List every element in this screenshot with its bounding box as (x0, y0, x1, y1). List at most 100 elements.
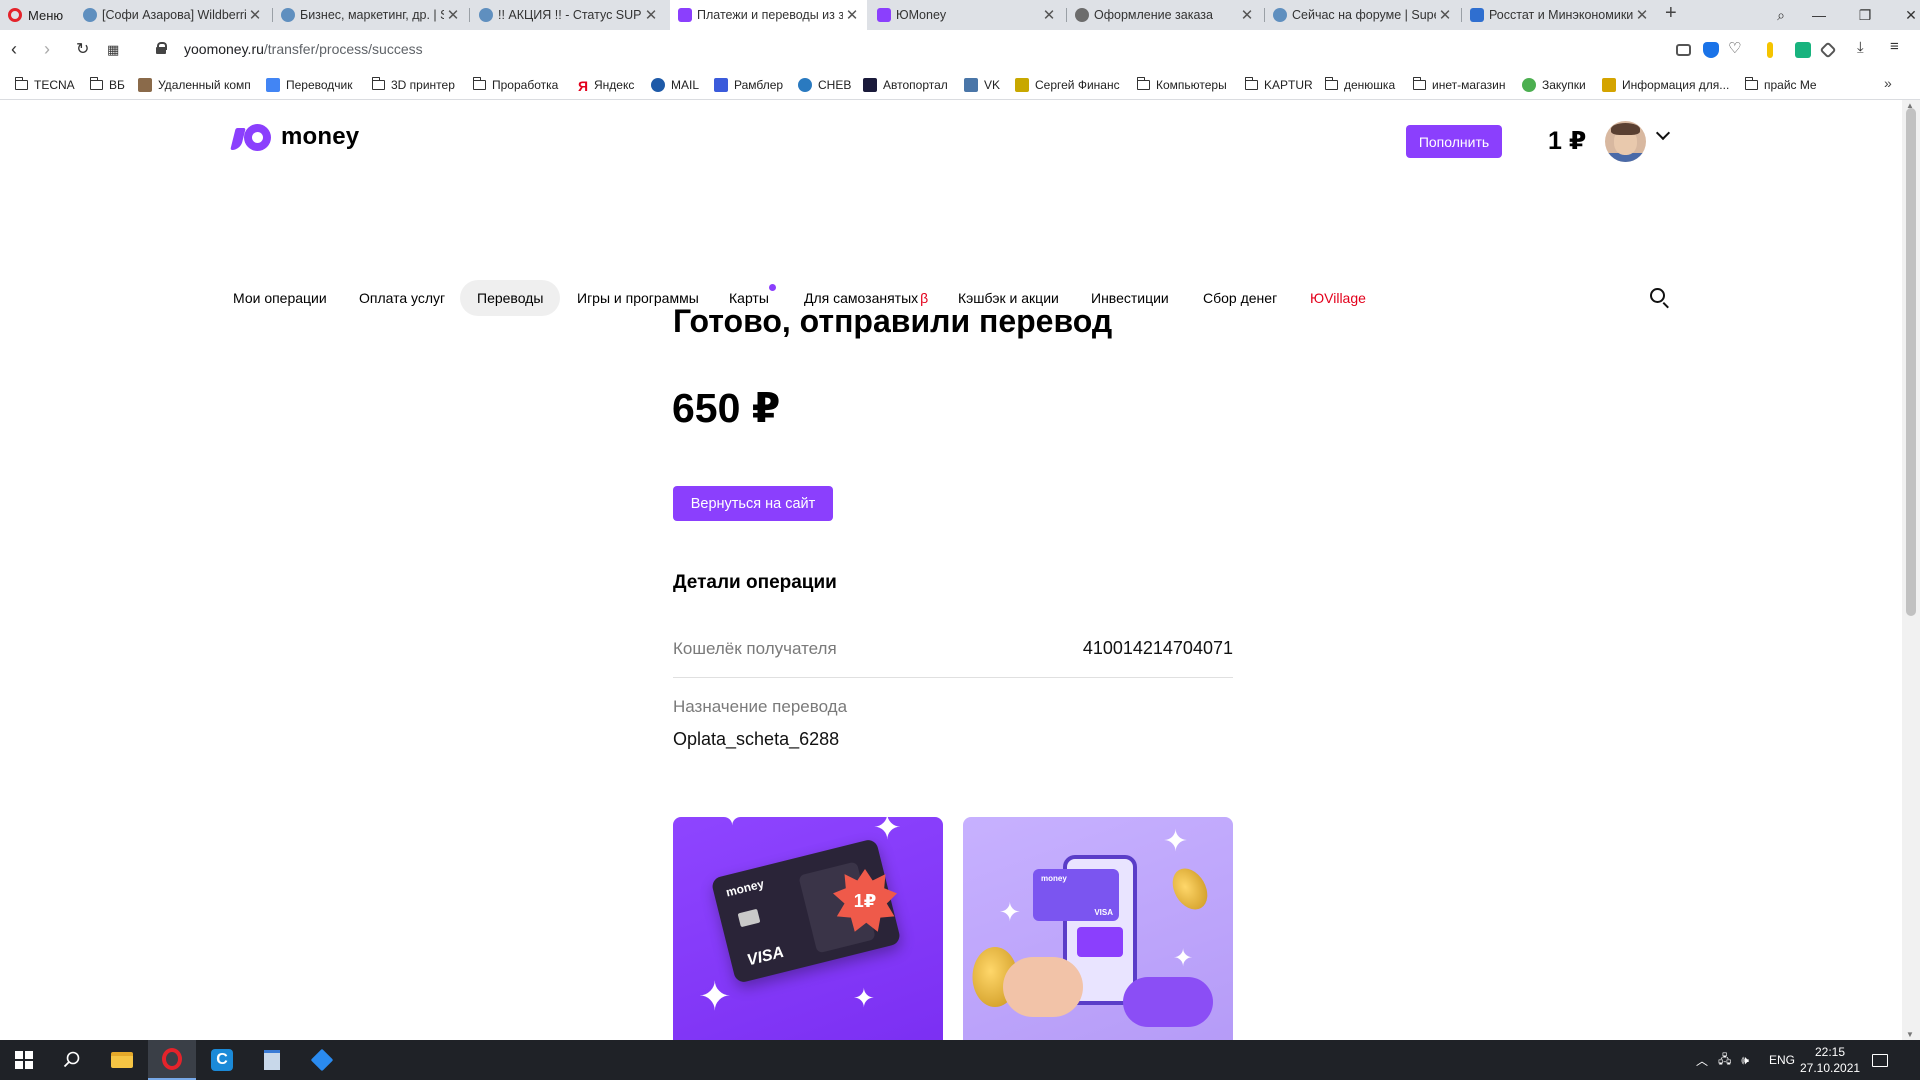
bookmark-item[interactable]: Закупки (1522, 70, 1586, 100)
reload-icon[interactable]: ↻ (76, 39, 89, 59)
bookmark-item[interactable]: денюшка (1324, 70, 1395, 100)
browser-tab-active[interactable]: Платежи и переводы из з ✕ (670, 0, 867, 30)
mail-icon (651, 78, 665, 92)
scrollbar-thumb[interactable] (1906, 108, 1916, 616)
bookmark-item[interactable]: Удаленный комп (138, 70, 251, 100)
folder-icon (1244, 77, 1258, 90)
taskbar-search-icon[interactable] (48, 1040, 96, 1080)
shield-icon[interactable] (1703, 42, 1719, 58)
bookmark-item[interactable]: KAPTUR (1244, 70, 1313, 100)
bookmark-item[interactable]: Компьютеры (1136, 70, 1227, 100)
bookmark-item[interactable]: Автопортал (863, 70, 948, 100)
close-tab-icon[interactable]: ✕ (444, 6, 462, 24)
opera-taskbar-icon[interactable] (148, 1040, 196, 1080)
close-tab-icon[interactable]: ✕ (642, 6, 660, 24)
clock[interactable]: 22:15 27.10.2021 (1800, 1044, 1860, 1076)
yoomoney-logo[interactable]: money (230, 122, 359, 152)
bookmark-item[interactable]: CHEB (798, 70, 851, 100)
promo-card-virtual-card[interactable]: ✦ ✦ ✦ ✦ money VISA 1₽ (673, 817, 943, 1040)
bookmark-item[interactable]: Информация для... (1602, 70, 1729, 100)
bookmark-item[interactable]: 3D принтер (371, 70, 455, 100)
bookmark-item[interactable]: TECNA (14, 70, 75, 100)
chevron-down-icon[interactable] (1655, 125, 1671, 141)
camera-icon[interactable] (1676, 44, 1691, 56)
promo-card-mobile-app[interactable]: ✦ ✦ ✦ money VISA (963, 817, 1233, 1040)
close-tab-icon[interactable]: ✕ (1238, 6, 1256, 24)
new-tab-icon[interactable]: + (1665, 2, 1677, 25)
close-tab-icon[interactable]: ✕ (1040, 6, 1058, 24)
notifications-icon[interactable] (1872, 1040, 1888, 1080)
bookmark-item[interactable]: VK (964, 70, 1000, 100)
speed-dial-icon[interactable]: ▦ (107, 42, 119, 58)
bookmark-item[interactable]: Я Яндекс (578, 70, 634, 100)
diamond-app-icon[interactable] (298, 1040, 346, 1080)
globe-icon (1075, 8, 1089, 22)
restore-icon[interactable]: ❐ (1842, 7, 1888, 24)
forward-icon[interactable]: › (44, 39, 50, 60)
page-scrollbar[interactable]: ▲ ▼ (1902, 100, 1920, 1040)
return-to-site-button[interactable]: Вернуться на сайт (673, 486, 833, 521)
minimize-icon[interactable]: — (1796, 7, 1842, 23)
browser-tab[interactable]: Бизнес, маркетинг, др. | Su ✕ (273, 0, 468, 30)
opera-menu-button[interactable]: Меню (8, 0, 63, 30)
zakupki-icon (1522, 78, 1536, 92)
bookmark-item[interactable]: Сергей Финанс (1015, 70, 1120, 100)
search-icon[interactable] (1650, 288, 1665, 303)
yandex-extension-icon[interactable] (1767, 42, 1773, 58)
url-field[interactable]: yoomoney.ru/transfer/process/success (184, 41, 423, 57)
bookmark-label: Закупки (1542, 78, 1586, 92)
close-tab-icon[interactable]: ✕ (843, 6, 861, 24)
easy-setup-icon[interactable]: ≡ (1890, 38, 1906, 55)
tab-title: Сейчас на форуме | Super (1292, 8, 1436, 22)
nav-transfers[interactable]: Переводы (460, 280, 561, 316)
language-indicator[interactable]: ENG (1769, 1053, 1795, 1067)
cube-icon[interactable] (1819, 41, 1837, 59)
browser-tab[interactable]: Сейчас на форуме | Super ✕ (1265, 0, 1460, 30)
ccleaner-icon[interactable]: C (198, 1040, 246, 1080)
card-illustration: money VISA (1033, 869, 1119, 921)
bookmark-item[interactable]: инет-магазин (1412, 70, 1506, 100)
bookmark-item[interactable]: MAIL (651, 70, 699, 100)
transfer-amount: 650 ₽ (672, 385, 781, 431)
nav-yovillage[interactable]: ЮVillage (1310, 280, 1366, 316)
balance[interactable]: 1 ₽ (1548, 126, 1586, 156)
nav-payments[interactable]: Оплата услуг (359, 280, 445, 316)
nav-my-operations[interactable]: Мои операции (233, 280, 327, 316)
close-tab-icon[interactable]: ✕ (1436, 6, 1454, 24)
bookmark-item[interactable]: Переводчик (266, 70, 353, 100)
close-tab-icon[interactable]: ✕ (246, 6, 264, 24)
system-tray: ︿ 🖧 🕪 ENG (1696, 1040, 1795, 1080)
lock-icon[interactable] (156, 42, 167, 54)
bookmark-item[interactable]: ВБ (89, 70, 125, 100)
network-icon[interactable]: 🖧 (1718, 1050, 1731, 1071)
bookmark-item[interactable]: Проработка (472, 70, 558, 100)
start-button[interactable] (0, 1040, 48, 1080)
url-path: /transfer/process/success (263, 41, 423, 57)
bookmark-item[interactable]: Рамблер (714, 70, 783, 100)
browser-tab[interactable]: [Софи Азарова] Wildberries ✕ (75, 0, 270, 30)
extension-green-icon[interactable] (1795, 42, 1811, 58)
browser-tab[interactable]: ЮMoney ✕ (869, 0, 1064, 30)
scroll-down-icon[interactable]: ▼ (1906, 1030, 1914, 1039)
heart-icon[interactable]: ♡ (1728, 39, 1744, 57)
back-icon[interactable]: ‹ (11, 39, 17, 60)
avatar[interactable] (1605, 121, 1646, 162)
notepad-icon[interactable] (248, 1040, 296, 1080)
yoomoney-icon (678, 8, 692, 22)
nav-fundraising[interactable]: Сбор денег (1203, 280, 1277, 316)
close-tab-icon[interactable]: ✕ (1633, 6, 1651, 24)
clock-time: 22:15 (1814, 1045, 1846, 1059)
file-explorer-icon[interactable] (98, 1040, 146, 1080)
close-window-icon[interactable]: ✕ (1888, 7, 1920, 24)
bookmark-item[interactable]: прайс Me (1744, 70, 1817, 100)
tray-expand-icon[interactable]: ︿ (1696, 1052, 1708, 1069)
volume-icon[interactable]: 🕪 (1741, 1053, 1749, 1068)
browser-tab[interactable]: Росстат и Минэкономики ✕ (1462, 0, 1657, 30)
topup-button[interactable]: Пополнить (1406, 125, 1502, 158)
download-icon[interactable]: ⤓ (1857, 39, 1873, 56)
browser-tab[interactable]: !! АКЦИЯ !! - Статус SUPER ✕ (471, 0, 666, 30)
opera-menu-label: Меню (28, 7, 64, 23)
browser-tab[interactable]: Оформление заказа ✕ (1067, 0, 1262, 30)
more-bookmarks-icon[interactable]: » (1884, 75, 1892, 91)
yoomoney-logo-icon (230, 122, 271, 152)
